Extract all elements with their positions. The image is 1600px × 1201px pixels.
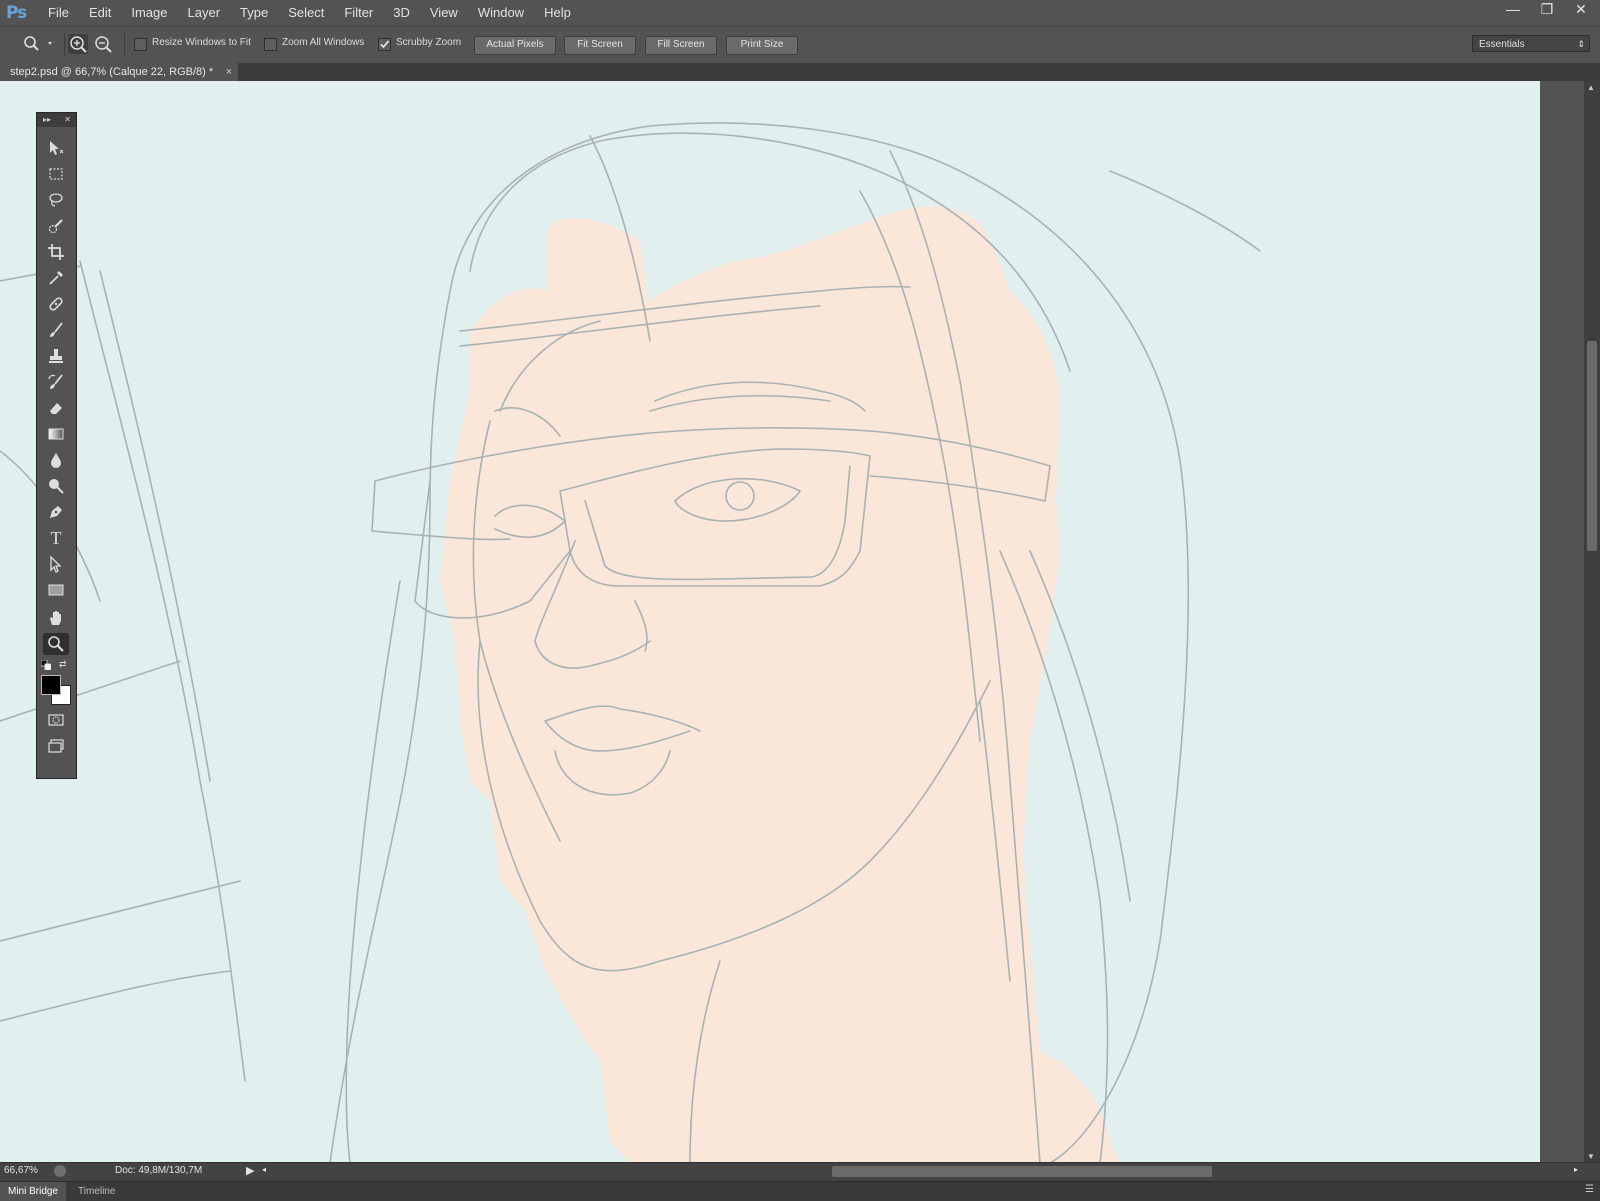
actual-pixels-button[interactable]: Actual Pixels xyxy=(474,36,556,55)
canvas-area[interactable]: ▸▸ ✕ T ⇄ xyxy=(0,81,1540,1163)
print-size-button[interactable]: Print Size xyxy=(726,36,798,55)
gradient-tool-icon[interactable] xyxy=(43,423,69,445)
tools-panel-header: ▸▸ ✕ xyxy=(37,113,76,127)
menu-help[interactable]: Help xyxy=(534,0,581,26)
horizontal-scroll-thumb[interactable] xyxy=(832,1166,1212,1177)
menu-select[interactable]: Select xyxy=(278,0,334,26)
close-panel-icon[interactable]: ✕ xyxy=(64,113,71,127)
zoom-in-icon[interactable] xyxy=(68,34,88,54)
swap-colors-icon[interactable]: ⇄ xyxy=(59,659,71,669)
bottom-panel: Mini Bridge Timeline ☰ xyxy=(0,1181,1600,1201)
pen-tool-icon[interactable] xyxy=(43,501,69,523)
scroll-up-icon[interactable]: ▲ xyxy=(1587,83,1595,92)
menu-file[interactable]: File xyxy=(38,0,79,26)
menu-edit[interactable]: Edit xyxy=(79,0,121,26)
workspace-label: Essentials xyxy=(1479,39,1525,50)
main-menu: File Edit Image Layer Type Select Filter… xyxy=(38,0,581,26)
scrubby-zoom-checkbox[interactable] xyxy=(378,38,391,51)
menu-bar: Ps File Edit Image Layer Type Select Fil… xyxy=(0,0,1600,26)
scroll-right-icon[interactable]: ▸ xyxy=(1574,1165,1578,1174)
healing-brush-tool-icon[interactable] xyxy=(43,293,69,315)
screen-mode-icon[interactable] xyxy=(43,735,69,757)
document-tab[interactable]: step2.psd @ 66,7% (Calque 22, RGB/8) * × xyxy=(0,63,238,81)
menu-view[interactable]: View xyxy=(420,0,468,26)
close-tab-icon[interactable]: × xyxy=(226,63,232,81)
fill-screen-button[interactable]: Fill Screen xyxy=(645,36,717,55)
options-bar: Resize Windows to Fit Zoom All Windows S… xyxy=(0,26,1600,64)
dodge-tool-icon[interactable] xyxy=(43,475,69,497)
zoom-level[interactable]: 66,67% xyxy=(4,1165,38,1176)
document-canvas[interactable] xyxy=(0,81,1540,1163)
checkmark-icon xyxy=(380,40,390,49)
tab-mini-bridge[interactable]: Mini Bridge xyxy=(0,1182,67,1201)
brush-tool-icon[interactable] xyxy=(43,319,69,341)
eyedropper-tool-icon[interactable] xyxy=(43,267,69,289)
foreground-color-swatch[interactable] xyxy=(41,675,61,695)
menu-window[interactable]: Window xyxy=(468,0,534,26)
collapse-panel-icon[interactable]: ▸▸ xyxy=(43,113,51,127)
default-colors-icon[interactable] xyxy=(40,659,52,671)
vertical-scroll-thumb[interactable] xyxy=(1587,341,1597,551)
zoom-out-icon[interactable] xyxy=(93,34,113,54)
updown-arrows-icon: ⇕ xyxy=(1577,39,1585,49)
close-button[interactable]: ✕ xyxy=(1564,0,1598,20)
path-selection-tool-icon[interactable] xyxy=(43,553,69,575)
history-brush-tool-icon[interactable] xyxy=(43,371,69,393)
marquee-tool-icon[interactable] xyxy=(43,163,69,185)
quick-selection-tool-icon[interactable] xyxy=(43,215,69,237)
move-tool-icon[interactable] xyxy=(43,137,69,159)
hand-tool-icon[interactable] xyxy=(43,607,69,629)
share-icon[interactable] xyxy=(54,1165,66,1177)
status-bar: 66,67% Doc: 49,8M/130,7M ▶ ◂ ▸ xyxy=(0,1162,1600,1181)
status-menu-icon[interactable]: ▶ xyxy=(246,1164,254,1177)
eraser-tool-icon[interactable] xyxy=(43,397,69,419)
quick-mask-icon[interactable] xyxy=(43,709,69,731)
tab-timeline[interactable]: Timeline xyxy=(70,1182,123,1201)
menu-type[interactable]: Type xyxy=(230,0,278,26)
photoshop-logo: Ps xyxy=(6,3,27,23)
type-tool-icon[interactable]: T xyxy=(43,527,69,549)
scrubby-zoom-label: Scrubby Zoom xyxy=(396,37,462,48)
resize-windows-checkbox[interactable] xyxy=(134,38,147,51)
vertical-scrollbar[interactable]: ▲ ▼ xyxy=(1584,81,1600,1163)
blur-tool-icon[interactable] xyxy=(43,449,69,471)
zoom-tool-icon[interactable] xyxy=(43,633,69,655)
panel-menu-icon[interactable]: ☰ xyxy=(1585,1184,1594,1195)
workspace-select[interactable]: Essentials ⇕ xyxy=(1472,35,1590,52)
menu-layer[interactable]: Layer xyxy=(178,0,231,26)
menu-3d[interactable]: 3D xyxy=(383,0,420,26)
resize-windows-label: Resize Windows to Fit xyxy=(152,37,251,48)
zoom-all-windows-checkbox[interactable] xyxy=(264,38,277,51)
options-separator xyxy=(124,33,125,57)
document-size: Doc: 49,8M/130,7M xyxy=(115,1165,203,1176)
restore-button[interactable]: ❐ xyxy=(1530,0,1564,20)
fit-screen-button[interactable]: Fit Screen xyxy=(564,36,636,55)
crop-tool-icon[interactable] xyxy=(43,241,69,263)
menu-filter[interactable]: Filter xyxy=(334,0,383,26)
options-separator xyxy=(64,33,65,57)
scroll-down-icon[interactable]: ▼ xyxy=(1587,1152,1595,1161)
menu-image[interactable]: Image xyxy=(121,0,177,26)
zoom-all-windows-label: Zoom All Windows xyxy=(282,37,365,48)
tools-panel: ▸▸ ✕ T ⇄ xyxy=(36,112,77,779)
lasso-tool-icon[interactable] xyxy=(43,189,69,211)
clone-stamp-tool-icon[interactable] xyxy=(43,345,69,367)
scroll-left-icon[interactable]: ◂ xyxy=(262,1165,266,1174)
document-tab-title: step2.psd @ 66,7% (Calque 22, RGB/8) * xyxy=(10,66,214,78)
rectangle-tool-icon[interactable] xyxy=(43,579,69,601)
document-tab-bar: step2.psd @ 66,7% (Calque 22, RGB/8) * × xyxy=(0,63,1600,81)
minimize-button[interactable]: — xyxy=(1496,0,1530,20)
zoom-tool-preset-icon[interactable] xyxy=(22,35,58,56)
